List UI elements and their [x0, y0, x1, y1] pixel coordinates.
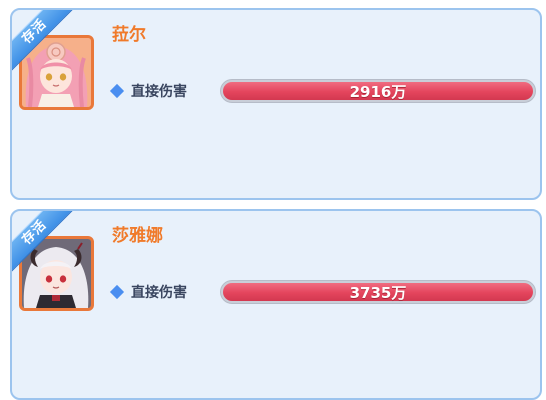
status-ribbon: 存活 — [12, 211, 92, 291]
damage-value: 3735万 — [349, 284, 407, 302]
damage-bar: 2916万 — [220, 79, 536, 103]
character-card: 存活 莎雅娜 直接伤害 3735万 — [10, 209, 542, 400]
stat-label: 直接伤害 — [109, 282, 187, 302]
status-ribbon-label: 存活 — [12, 211, 79, 277]
diamond-icon — [109, 83, 125, 99]
character-card: 存活 菈尔 直接伤害 2916万 — [10, 8, 542, 200]
damage-bar-fill: 2916万 — [223, 82, 533, 101]
stat-label: 直接伤害 — [109, 81, 187, 101]
character-name: 菈尔 — [112, 25, 146, 45]
damage-bar-fill: 3735万 — [223, 283, 533, 302]
damage-value: 2916万 — [349, 83, 407, 101]
damage-bar: 3735万 — [220, 280, 536, 304]
stat-label-text: 直接伤害 — [131, 84, 187, 100]
status-ribbon-label: 存活 — [12, 10, 79, 76]
character-name: 莎雅娜 — [112, 226, 163, 246]
stat-label-text: 直接伤害 — [131, 285, 187, 301]
status-ribbon: 存活 — [12, 10, 92, 90]
diamond-icon — [109, 284, 125, 300]
